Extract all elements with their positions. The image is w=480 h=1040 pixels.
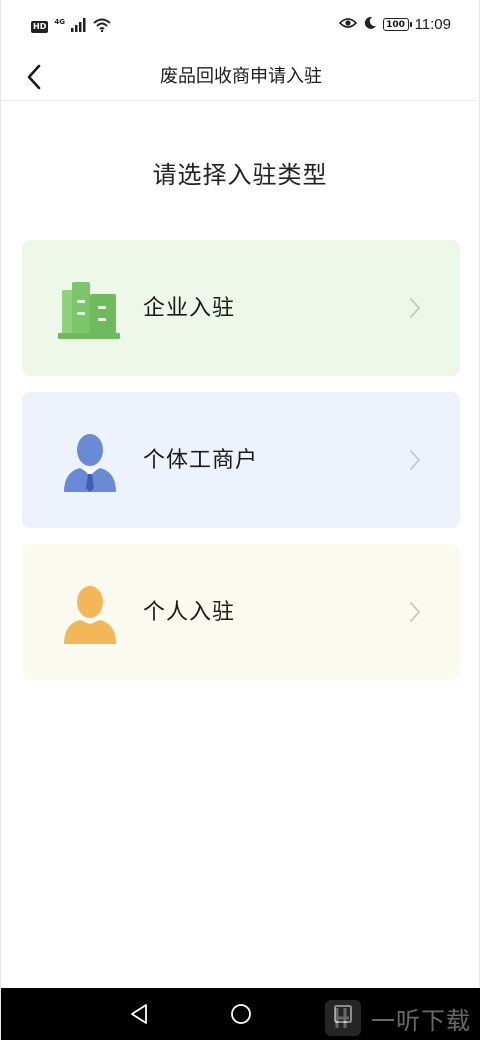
building-icon: [58, 278, 122, 342]
watermark-text: 一听下载: [371, 1006, 471, 1035]
option-card-personal[interactable]: 个人入驻: [22, 544, 460, 680]
status-bar: HD 4G 100 11:09: [1, 0, 480, 54]
chevron-right-icon: [408, 295, 422, 321]
watermark-logo-icon: [325, 1000, 361, 1036]
watermark: 一听下载: [323, 998, 471, 1038]
option-label-personal: 个人入驻: [143, 600, 236, 625]
app-screen: HD 4G 100 11:09 废品回收商申请入驻 请选择入驻类型 企业入驻 个…: [0, 0, 480, 1040]
option-label-individual-business: 个体工商户: [143, 448, 259, 473]
back-triangle-icon[interactable]: [125, 1000, 153, 1028]
chevron-right-icon: [408, 447, 422, 473]
signal-icon: [70, 17, 87, 36]
hd-badge: HD: [31, 20, 49, 33]
battery-level: 100: [386, 19, 405, 30]
nav-header: 废品回收商申请入驻: [1, 54, 480, 101]
option-card-individual-business[interactable]: 个体工商户: [22, 392, 460, 528]
status-time: 11:09: [414, 16, 451, 33]
moon-icon: [363, 15, 377, 34]
businessman-icon: [58, 430, 122, 494]
option-card-enterprise[interactable]: 企业入驻: [22, 240, 460, 376]
eye-icon: [338, 15, 357, 34]
network-type: 4G: [54, 17, 65, 26]
person-icon: [58, 582, 122, 646]
status-left: HD 4G: [31, 17, 111, 36]
home-circle-icon[interactable]: [227, 1000, 255, 1028]
select-type-heading: 请选择入驻类型: [152, 161, 328, 189]
option-label-enterprise: 企业入驻: [143, 296, 236, 321]
page-title: 废品回收商申请入驻: [160, 66, 322, 87]
chevron-right-icon: [408, 599, 422, 625]
status-right: 100 11:09: [338, 15, 451, 34]
battery-icon: 100: [382, 18, 412, 31]
wifi-icon: [93, 17, 111, 36]
